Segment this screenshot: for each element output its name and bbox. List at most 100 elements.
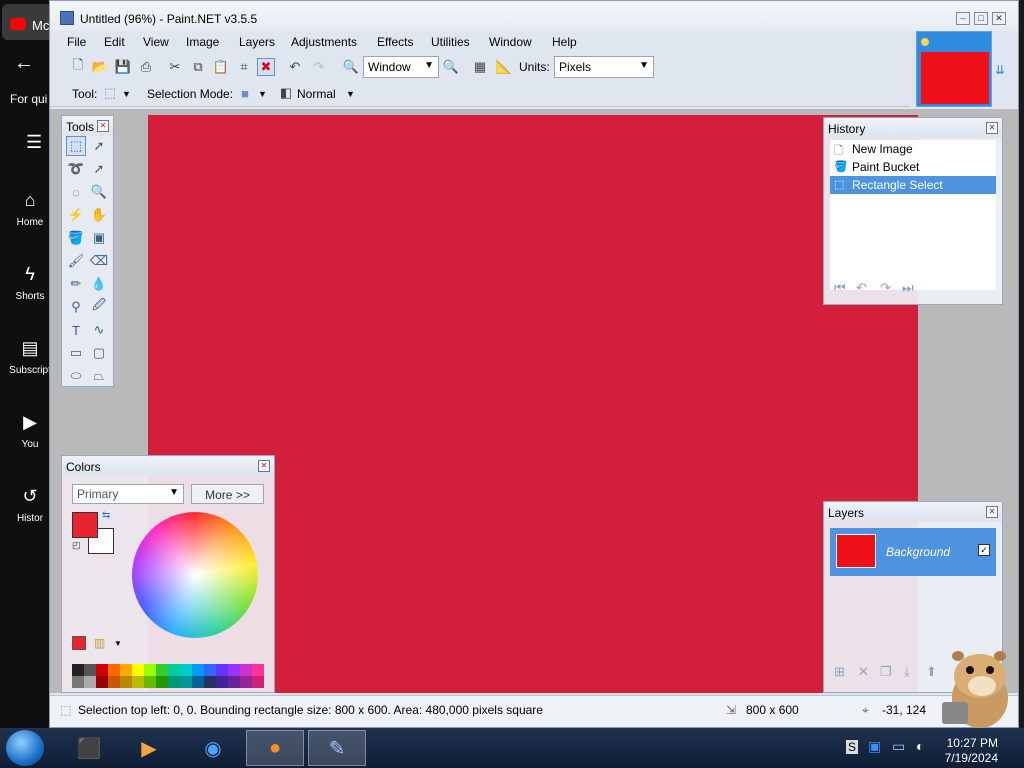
merge-layer-icon[interactable]: ⤓ <box>904 664 910 680</box>
primary-color-swatch[interactable] <box>72 512 98 538</box>
new-file-icon[interactable]: 🗋 <box>69 57 87 76</box>
taskbar-app-paintnet[interactable]: ✎ <box>308 730 366 766</box>
close-icon[interactable]: ✕ <box>986 506 998 518</box>
move-selected-pixels-tool[interactable]: ➚ <box>89 136 109 156</box>
history-undo-icon[interactable]: ↶ <box>856 280 867 296</box>
history-item-paint-bucket[interactable]: 🪣 Paint Bucket <box>830 158 996 176</box>
menu-file[interactable]: File <box>67 35 86 49</box>
palette-swatch[interactable] <box>120 664 132 676</box>
cut-icon[interactable]: ✂ <box>166 58 184 76</box>
palette-swatch[interactable] <box>132 676 144 688</box>
close-icon[interactable]: ✕ <box>97 120 109 132</box>
history-item-rectangle-select[interactable]: ⬚ Rectangle Select <box>830 176 996 194</box>
history-item-new-image[interactable]: 🗋 New Image <box>830 140 996 158</box>
redo-icon[interactable]: ↷ <box>310 58 328 76</box>
palette-swatch[interactable] <box>168 664 180 676</box>
palette-swatch[interactable] <box>168 676 180 688</box>
thumbnail-scroll-icon[interactable]: ⇊ <box>995 63 1005 77</box>
history-last-icon[interactable]: ⏭ <box>902 280 914 296</box>
rounded-rectangle-tool[interactable]: ▢ <box>89 343 109 363</box>
palette-swatch[interactable] <box>84 676 96 688</box>
rectangle-select-tool-icon[interactable]: ⬚ <box>101 84 119 102</box>
undo-icon[interactable]: ↶ <box>286 58 304 76</box>
lasso-select-tool[interactable]: ➰ <box>66 159 86 179</box>
text-tool[interactable]: T <box>66 320 86 340</box>
palette-swatch[interactable] <box>228 676 240 688</box>
hamburger-menu-icon[interactable]: ☰ <box>26 132 42 153</box>
palette-swatch[interactable] <box>240 664 252 676</box>
magic-wand-tool[interactable]: ⚡ <box>66 205 86 225</box>
palette-swatch[interactable] <box>84 664 96 676</box>
palette-swatch[interactable] <box>204 664 216 676</box>
history-redo-icon[interactable]: ↷ <box>880 280 891 296</box>
minimize-button[interactable]: – <box>956 12 970 25</box>
menu-adjustments[interactable]: Adjustments <box>291 35 357 49</box>
taskbar-app-media-player[interactable]: ▶ <box>120 730 178 766</box>
zoom-select[interactable]: Window ▼ <box>363 56 439 78</box>
palette-swatch[interactable] <box>156 664 168 676</box>
maximize-button[interactable]: □ <box>974 12 988 25</box>
line-curve-tool[interactable]: ∿ <box>89 320 109 340</box>
reset-colors-icon[interactable]: ◰ <box>72 540 81 551</box>
color-mode-select[interactable]: Primary ▼ <box>72 484 184 504</box>
layer-visibility-checkbox[interactable]: ✓ <box>978 544 990 556</box>
title-bar[interactable]: Untitled (96%) - Paint.NET v3.5.5 – □ ✕ <box>50 1 1018 31</box>
close-icon[interactable]: ✕ <box>258 460 270 472</box>
crop-to-selection-icon[interactable]: ⌗ <box>235 58 253 76</box>
palette-swatch[interactable] <box>252 664 264 676</box>
palette-swatch[interactable] <box>120 676 132 688</box>
grid-icon[interactable]: ▦ <box>471 58 489 76</box>
open-file-icon[interactable]: 📂 <box>91 58 109 76</box>
rectangle-select-tool[interactable]: ⬚ <box>66 136 86 156</box>
recolor-tool[interactable]: 🖉 <box>89 297 109 317</box>
paint-bucket-tool[interactable]: 🪣 <box>66 228 86 248</box>
taskbar-app-globe[interactable]: ◉ <box>184 730 242 766</box>
image-thumbnail[interactable] <box>916 31 992 107</box>
eraser-tool[interactable]: ⌫ <box>89 251 109 271</box>
duplicate-layer-icon[interactable]: ❐ <box>880 664 892 680</box>
zoom-in-icon[interactable]: 🔍 <box>442 58 460 76</box>
back-arrow-icon[interactable]: ← <box>14 52 34 75</box>
clone-stamp-tool[interactable]: ⚲ <box>66 297 86 317</box>
tray-app-icon[interactable]: ▣ <box>868 738 881 755</box>
palette-swatch[interactable] <box>96 676 108 688</box>
palette-swatch[interactable] <box>156 676 168 688</box>
zoom-out-icon[interactable]: 🔍 <box>342 58 360 76</box>
swap-colors-icon[interactable]: ⇆ <box>102 510 110 521</box>
chevron-down-icon[interactable]: ▼ <box>122 89 131 99</box>
menu-effects[interactable]: Effects <box>377 35 413 49</box>
volume-icon[interactable]: ◐ <box>916 738 924 754</box>
ellipse-tool[interactable]: ⬭ <box>66 366 86 386</box>
palette-swatch[interactable] <box>144 676 156 688</box>
palette-primary-swatch[interactable] <box>72 636 86 650</box>
menu-layers[interactable]: Layers <box>239 35 275 49</box>
print-icon[interactable]: ⎙ <box>137 58 155 76</box>
layer-row[interactable]: Background ✓ <box>830 528 996 576</box>
menu-utilities[interactable]: Utilities <box>431 35 470 49</box>
menu-edit[interactable]: Edit <box>104 35 125 49</box>
taskbar-app-firefox[interactable]: ● <box>246 730 304 766</box>
color-picker-tool[interactable]: 💧 <box>89 274 109 294</box>
palette-swatch[interactable] <box>204 676 216 688</box>
color-wheel[interactable] <box>132 512 258 638</box>
palette-swatch[interactable] <box>96 664 108 676</box>
chevron-down-icon[interactable]: ▼ <box>114 639 122 648</box>
clock[interactable]: 10:27 PM 7/19/2024 <box>945 736 998 766</box>
color-palette[interactable] <box>72 664 264 688</box>
layers-panel-header[interactable]: Layers <box>824 502 1002 522</box>
palette-swatch[interactable] <box>108 676 120 688</box>
gradient-tool[interactable]: ▣ <box>89 228 109 248</box>
menu-help[interactable]: Help <box>552 35 577 49</box>
rectangle-tool[interactable]: ▭ <box>66 343 86 363</box>
palette-swatch[interactable] <box>240 676 252 688</box>
palette-swatch[interactable] <box>180 676 192 688</box>
paste-icon[interactable]: 📋 <box>212 58 230 76</box>
selection-mode-icon[interactable]: ■ <box>236 84 254 102</box>
palette-swatch[interactable] <box>252 676 264 688</box>
colors-panel-header[interactable]: Colors <box>62 456 274 476</box>
chevron-down-icon[interactable]: ▼ <box>258 89 267 99</box>
close-icon[interactable]: ✕ <box>986 122 998 134</box>
palette-swatch[interactable] <box>132 664 144 676</box>
palette-swatch[interactable] <box>228 664 240 676</box>
copy-icon[interactable]: ⧉ <box>189 58 207 76</box>
